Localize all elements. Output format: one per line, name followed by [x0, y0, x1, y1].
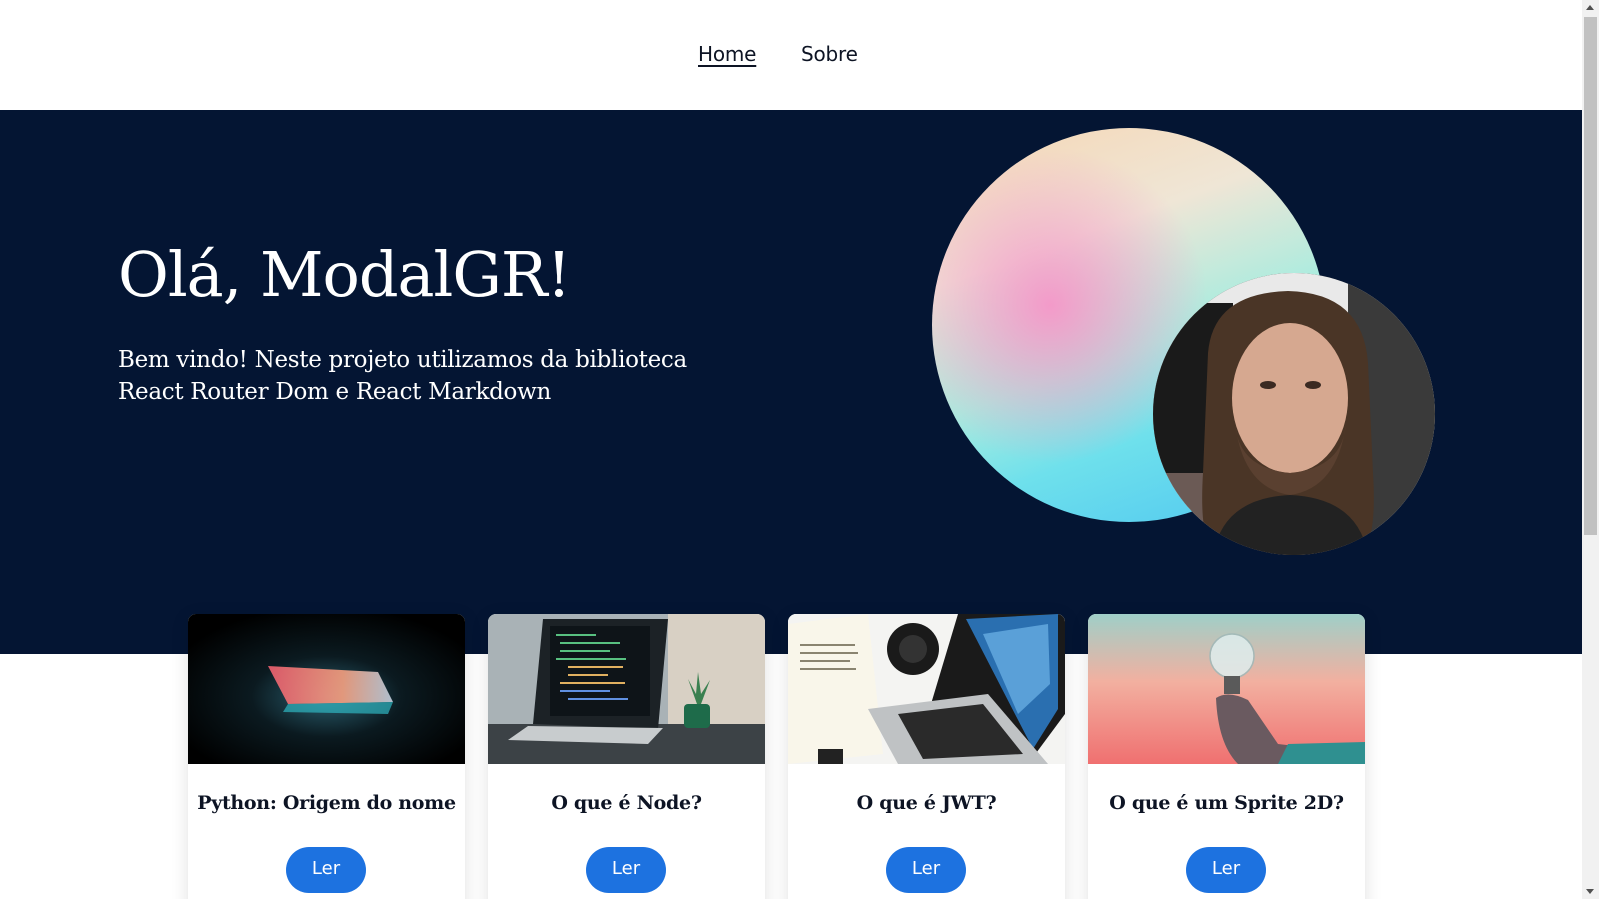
post-card: Python: Origem do nome Ler [188, 614, 465, 899]
read-button[interactable]: Ler [886, 847, 966, 893]
post-card: O que é JWT? Ler [788, 614, 1065, 899]
card-title: O que é Node? [551, 792, 702, 814]
post-card: O que é Node? Ler [488, 614, 765, 899]
scrollbar-thumb[interactable] [1584, 17, 1597, 535]
card-title: Python: Origem do nome [197, 792, 456, 814]
page: Home Sobre Olá, ModalGR! Bem vindo! Nest… [0, 0, 1582, 899]
post-card: O que é um Sprite 2D? Ler [1088, 614, 1365, 899]
card-image-laptop-code [488, 614, 765, 764]
read-button[interactable]: Ler [286, 847, 366, 893]
vertical-scrollbar[interactable] [1582, 0, 1599, 899]
top-nav: Home Sobre [0, 0, 1582, 110]
nav-link-home[interactable]: Home [698, 42, 756, 66]
nav-link-sobre[interactable]: Sobre [801, 42, 858, 66]
card-image-hand-lightbulb [1088, 614, 1365, 764]
read-button[interactable]: Ler [1186, 847, 1266, 893]
card-title: O que é um Sprite 2D? [1109, 792, 1344, 814]
scroll-up-arrow-icon[interactable] [1586, 5, 1594, 10]
read-button[interactable]: Ler [586, 847, 666, 893]
card-title: O que é JWT? [856, 792, 997, 814]
hero-subtitle: Bem vindo! Neste projeto utilizamos da b… [118, 347, 687, 405]
avatar-portrait-image [1153, 273, 1435, 555]
scroll-down-arrow-icon[interactable] [1586, 889, 1594, 894]
hero-section: Olá, ModalGR! Bem vindo! Neste projeto u… [0, 110, 1582, 654]
avatar [1153, 273, 1435, 555]
hero-title: Olá, ModalGR! [118, 238, 571, 311]
card-image-laptop-desk [788, 614, 1065, 764]
card-image-laptop-dark [188, 614, 465, 764]
